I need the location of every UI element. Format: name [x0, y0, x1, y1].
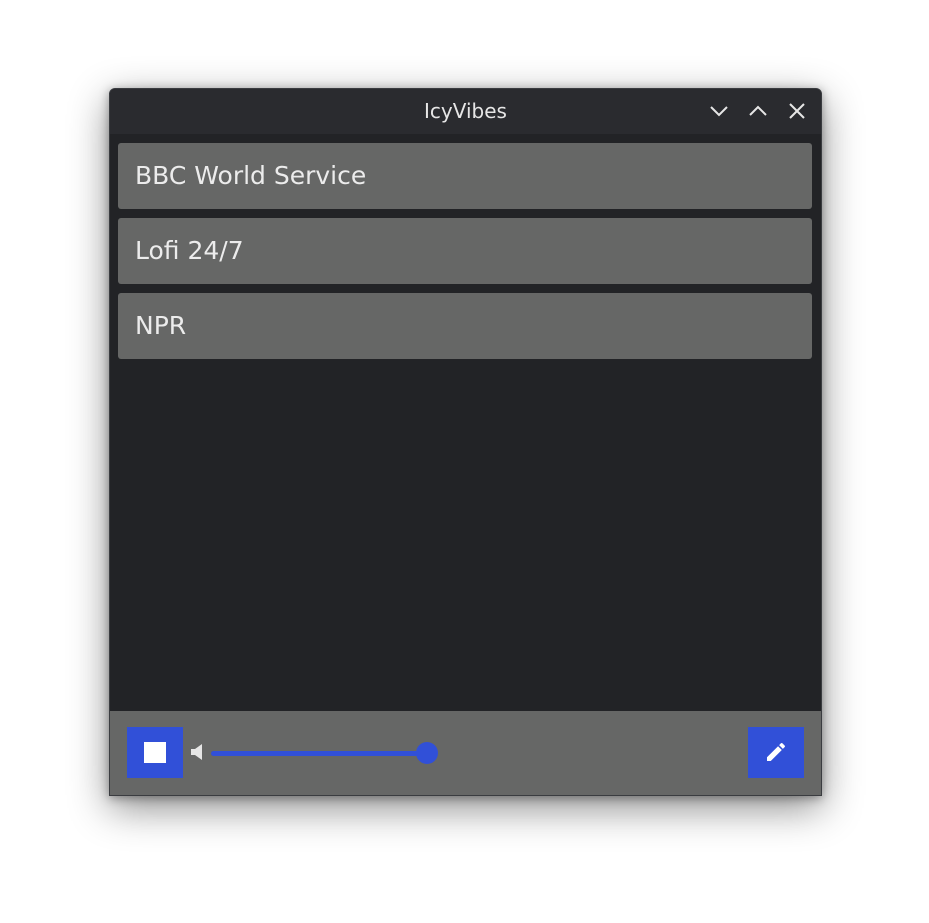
- titlebar[interactable]: IcyVibes: [110, 89, 821, 134]
- volume-slider-handle[interactable]: [416, 742, 438, 764]
- maximize-button[interactable]: [745, 98, 771, 124]
- app-window: IcyVibes BBC World Service Lofi 24/7 NPR: [109, 88, 822, 796]
- station-item[interactable]: NPR: [118, 293, 812, 359]
- volume-slider[interactable]: [211, 741, 441, 765]
- station-item[interactable]: Lofi 24/7: [118, 218, 812, 284]
- chevron-up-icon: [749, 105, 767, 116]
- edit-button[interactable]: [748, 727, 804, 778]
- volume-icon: [191, 744, 202, 760]
- station-item[interactable]: BBC World Service: [118, 143, 812, 209]
- close-button[interactable]: [784, 98, 810, 124]
- chevron-down-icon: [710, 106, 728, 117]
- pencil-icon: [767, 742, 786, 761]
- close-icon: [789, 103, 805, 119]
- stop-button[interactable]: [127, 727, 183, 778]
- stop-icon: [144, 742, 166, 763]
- volume-slider-fill: [211, 751, 427, 756]
- minimize-button[interactable]: [706, 98, 732, 124]
- player-controls: [110, 711, 821, 795]
- station-list: BBC World Service Lofi 24/7 NPR: [118, 143, 812, 368]
